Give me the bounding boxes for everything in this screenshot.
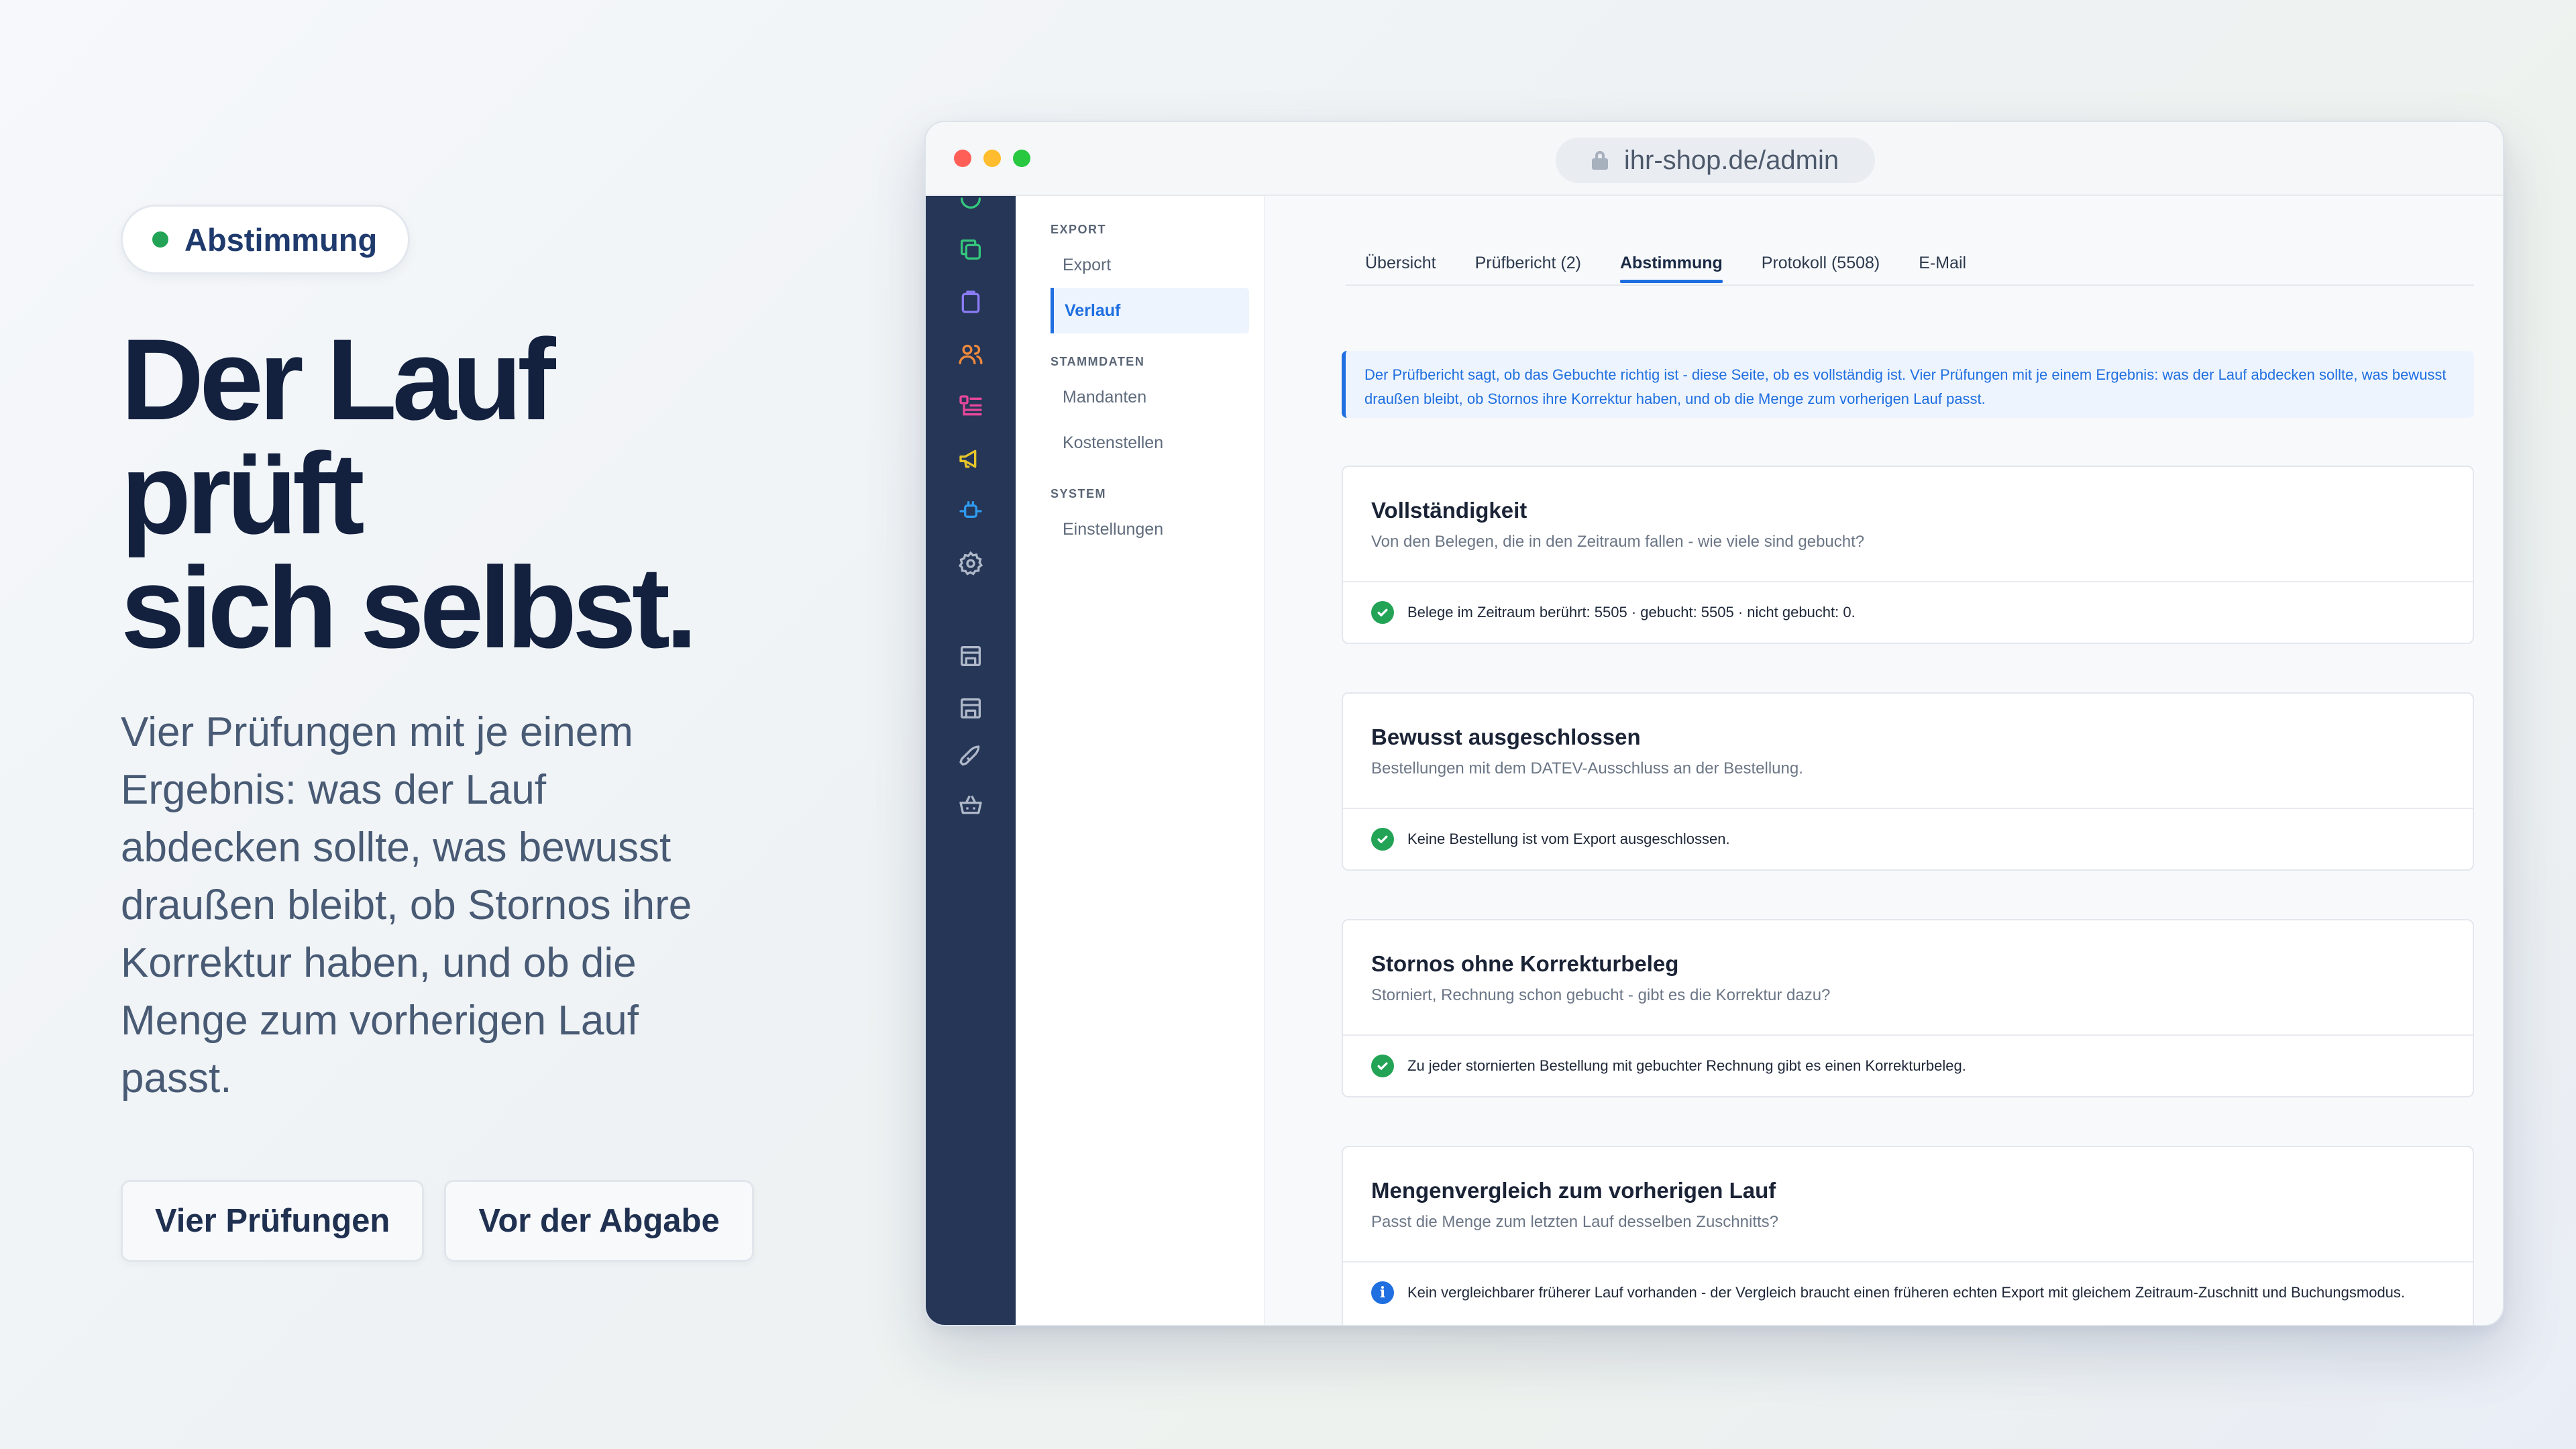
check-circle-icon: [1371, 601, 1394, 624]
main-panel: Übersicht Prüfbericht (2) Abstimmung Pro…: [1265, 196, 2503, 1325]
card-header: Mengenvergleich zum vorherigen Lauf Pass…: [1343, 1147, 2473, 1263]
tag-icon[interactable]: [957, 185, 984, 212]
card-result: Belege im Zeitraum berührt: 5505 · gebuc…: [1343, 582, 2473, 624]
clipboard-icon[interactable]: [957, 288, 984, 315]
card-subtitle: Storniert, Rechnung schon gebucht - gibt…: [1371, 986, 1831, 1004]
result-text: Keine Bestellung ist vom Export ausgesch…: [1407, 830, 1730, 847]
badge-label: Abstimmung: [184, 221, 378, 258]
store-alt-icon[interactable]: [957, 695, 984, 722]
card-subtitle: Bestellungen mit dem DATEV-Ausschluss an…: [1371, 759, 1803, 777]
tab-divider: [1346, 284, 2474, 286]
nav-item-export[interactable]: Export: [1016, 242, 1264, 288]
card-title: Bewusst ausgeschlossen: [1371, 724, 1641, 749]
result-text: Zu jeder stornierten Bestellung mit gebu…: [1407, 1057, 1966, 1074]
headline-line: sich selbst.: [121, 543, 698, 672]
slide: Abstimmung Der Lauf prüft sich selbst. V…: [0, 0, 2576, 1449]
list-icon[interactable]: [957, 393, 984, 420]
tab-abstimmung[interactable]: Abstimmung: [1601, 243, 1742, 283]
card-subtitle: Von den Belegen, die in den Zeitraum fal…: [1371, 533, 1865, 551]
nav-item-kostenstellen[interactable]: Kostenstellen: [1016, 420, 1264, 466]
megaphone-icon[interactable]: [957, 445, 984, 472]
headline-line: Der Lauf: [121, 315, 556, 444]
icon-rail: [926, 196, 1016, 1325]
headline-line: prüft: [121, 429, 365, 558]
browser-window: ihr-shop.de/admin EXPORT Export Verlauf …: [924, 121, 2504, 1326]
tab-protokoll[interactable]: Protokoll (5508): [1742, 243, 1899, 283]
close-window-icon[interactable]: [954, 150, 971, 167]
nav-section-stammdaten: STAMMDATEN: [1051, 355, 1145, 368]
tab-pruefbericht[interactable]: Prüfbericht (2): [1456, 243, 1601, 283]
headline: Der Lauf prüft sich selbst.: [121, 315, 792, 672]
tab-email[interactable]: E-Mail: [1899, 243, 1986, 283]
rocket-icon[interactable]: [957, 743, 984, 770]
minimize-window-icon[interactable]: [983, 150, 1001, 167]
check-card-stornos: Stornos ohne Korrekturbeleg Storniert, R…: [1342, 919, 2474, 1097]
lede-text: Vier Prüfungen mit je einem Ergebnis: wa…: [121, 709, 692, 1102]
tab-bar: Übersicht Prüfbericht (2) Abstimmung Pro…: [1346, 243, 1986, 283]
check-card-bewusst-ausgeschlossen: Bewusst ausgeschlossen Bestellungen mit …: [1342, 692, 2474, 871]
card-header: Vollständigkeit Von den Belegen, die in …: [1343, 467, 2473, 582]
lock-icon: [1591, 151, 1608, 170]
card-subtitle: Passt die Menge zum letzten Lauf desselb…: [1371, 1213, 1779, 1231]
card-title: Stornos ohne Korrekturbeleg: [1371, 951, 1679, 976]
tab-uebersicht[interactable]: Übersicht: [1346, 243, 1456, 283]
info-callout: Der Prüfbericht sagt, ob das Gebuchte ri…: [1342, 351, 2474, 418]
vor-der-abgabe-button[interactable]: Vor der Abgabe: [444, 1180, 754, 1262]
card-header: Bewusst ausgeschlossen Bestellungen mit …: [1343, 694, 2473, 809]
vier-pruefungen-button[interactable]: Vier Prüfungen: [121, 1180, 425, 1262]
result-text: Belege im Zeitraum berührt: 5505 · gebuc…: [1407, 604, 1856, 621]
card-title: Mengenvergleich zum vorherigen Lauf: [1371, 1178, 1776, 1203]
check-circle-icon: [1371, 1055, 1394, 1077]
settings-icon[interactable]: [957, 550, 984, 577]
topic-badge: Abstimmung: [121, 205, 411, 274]
cta-row: Vier Prüfungen Vor der Abgabe: [121, 1180, 792, 1262]
url-text: ihr-shop.de/admin: [1623, 145, 1839, 175]
address-bar[interactable]: ihr-shop.de/admin: [1556, 138, 1875, 183]
check-card-mengenvergleich: Mengenvergleich zum vorherigen Lauf Pass…: [1342, 1146, 2474, 1325]
copy-icon[interactable]: [957, 236, 984, 263]
admin-app: EXPORT Export Verlauf STAMMDATEN Mandant…: [926, 196, 2503, 1325]
store-icon[interactable]: [957, 643, 984, 669]
basket-icon[interactable]: [957, 792, 984, 818]
users-icon[interactable]: [957, 341, 984, 368]
nav-item-einstellungen[interactable]: Einstellungen: [1016, 506, 1264, 552]
result-text: Kein vergleichbarer früherer Lauf vorhan…: [1407, 1284, 2406, 1301]
nav-section-system: SYSTEM: [1051, 487, 1107, 500]
nav-item-verlauf[interactable]: Verlauf: [1051, 288, 1249, 333]
card-title: Vollständigkeit: [1371, 498, 1527, 523]
card-result: Zu jeder stornierten Bestellung mit gebu…: [1343, 1036, 2473, 1077]
nav-section-export: EXPORT: [1051, 223, 1107, 236]
card-result: i Kein vergleichbarer früherer Lauf vorh…: [1343, 1263, 2473, 1304]
card-header: Stornos ohne Korrekturbeleg Storniert, R…: [1343, 920, 2473, 1036]
secondary-nav: EXPORT Export Verlauf STAMMDATEN Mandant…: [1016, 196, 1265, 1325]
plug-icon[interactable]: [957, 498, 984, 525]
check-circle-icon: [1371, 828, 1394, 851]
info-circle-icon: i: [1371, 1281, 1394, 1304]
status-dot-icon: [152, 231, 168, 248]
check-card-vollstaendigkeit: Vollständigkeit Von den Belegen, die in …: [1342, 466, 2474, 644]
nav-item-mandanten[interactable]: Mandanten: [1016, 374, 1264, 420]
card-result: Keine Bestellung ist vom Export ausgesch…: [1343, 809, 2473, 851]
maximize-window-icon[interactable]: [1013, 150, 1030, 167]
browser-titlebar: ihr-shop.de/admin: [926, 122, 2503, 196]
hero: Abstimmung Der Lauf prüft sich selbst. V…: [121, 205, 792, 1262]
